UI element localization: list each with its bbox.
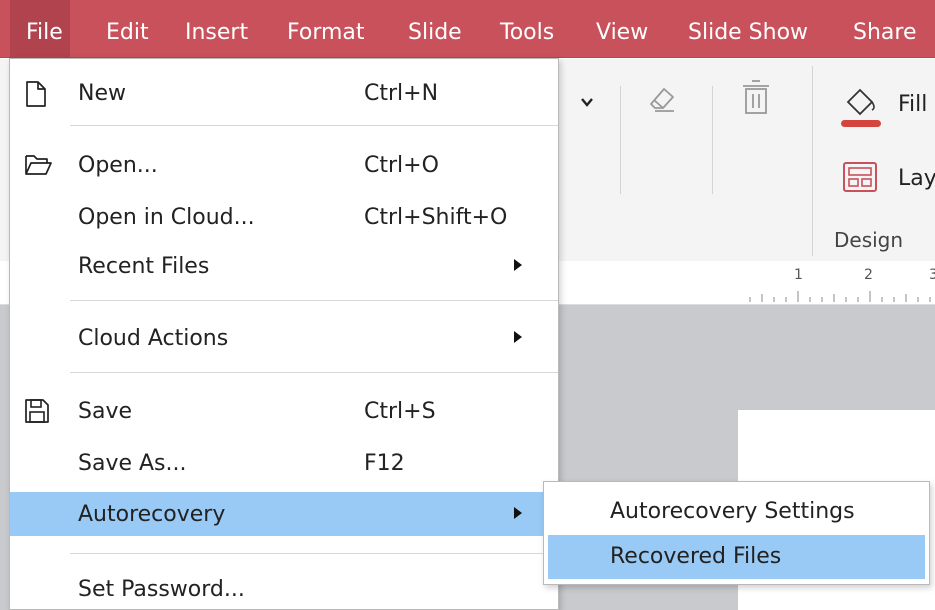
eraser-icon[interactable] [646,82,678,114]
menu-edit[interactable]: Edit [106,0,149,58]
ribbon-separator [712,86,713,194]
menu-item-recent-files[interactable]: Recent Files [10,246,558,286]
ribbon-group-separator [812,66,813,256]
menu-item-label: Set Password... [78,577,245,602]
submenu-arrow-icon [514,259,522,271]
menu-item-new[interactable]: New Ctrl+N [10,73,558,113]
menu-insert[interactable]: Insert [185,0,248,58]
open-folder-icon [25,155,52,175]
menu-item-label: Autorecovery [78,502,226,527]
autorecovery-submenu: Autorecovery Settings Recovered Files [543,481,930,585]
save-icon [25,399,49,423]
menu-item-open[interactable]: Open... Ctrl+O [10,145,558,185]
menu-format[interactable]: Format [287,0,365,58]
submenu-item-label: Autorecovery Settings [610,499,855,524]
menu-divider [70,125,558,126]
shortcut-label: Ctrl+N [364,81,439,106]
menu-item-label: Recent Files [78,254,210,279]
menu-item-label: Open... [78,153,158,178]
ribbon-separator [620,86,621,194]
chevron-down-icon[interactable] [580,95,594,109]
menu-item-label: Save As... [78,451,187,476]
fill-label[interactable]: Fill [898,92,927,117]
submenu-item-label: Recovered Files [610,544,782,569]
menu-bar: File Edit Insert Format Slide Tools View… [0,0,935,58]
menu-tools[interactable]: Tools [500,0,554,58]
menu-slide[interactable]: Slide [408,0,462,58]
design-group-label: Design [834,228,904,252]
menu-slide-show[interactable]: Slide Show [688,0,808,58]
menu-divider [70,372,558,373]
shortcut-label: Ctrl+S [364,399,436,424]
ruler-number: 3 [929,267,935,283]
submenu-item-autorecovery-settings[interactable]: Autorecovery Settings [548,490,925,534]
menu-item-label: Open in Cloud... [78,205,255,230]
menu-file[interactable]: File [10,0,70,58]
new-document-icon [26,81,46,107]
menu-divider [70,553,558,554]
shortcut-label: F12 [364,451,405,476]
submenu-arrow-icon [514,331,522,343]
ruler-number: 1 [794,267,803,283]
trash-icon[interactable] [740,78,772,118]
menu-item-save[interactable]: Save Ctrl+S [10,391,558,431]
submenu-arrow-icon [514,507,522,519]
menu-item-label: New [78,81,126,106]
submenu-item-recovered-files[interactable]: Recovered Files [548,535,925,579]
menu-share[interactable]: Share [853,0,917,58]
menu-item-label: Cloud Actions [78,326,229,351]
menu-item-cloud-actions[interactable]: Cloud Actions [10,318,558,358]
shortcut-label: Ctrl+O [364,153,439,178]
menu-divider [70,300,558,301]
menu-item-save-as[interactable]: Save As... F12 [10,443,558,483]
layout-icon[interactable] [842,160,878,194]
menu-item-set-password[interactable]: Set Password... [10,569,558,609]
menu-item-label: Save [78,399,133,424]
menu-view[interactable]: View [596,0,648,58]
file-menu: New Ctrl+N Open... Ctrl+O Open in Cloud.… [9,58,559,610]
ruler-number: 2 [864,267,873,283]
layout-label[interactable]: Lay [898,166,935,191]
fill-color-icon[interactable] [838,80,884,128]
shortcut-label: Ctrl+Shift+O [364,205,508,230]
menu-item-autorecovery[interactable]: Autorecovery [10,492,558,536]
menu-item-open-in-cloud[interactable]: Open in Cloud... Ctrl+Shift+O [10,197,558,237]
